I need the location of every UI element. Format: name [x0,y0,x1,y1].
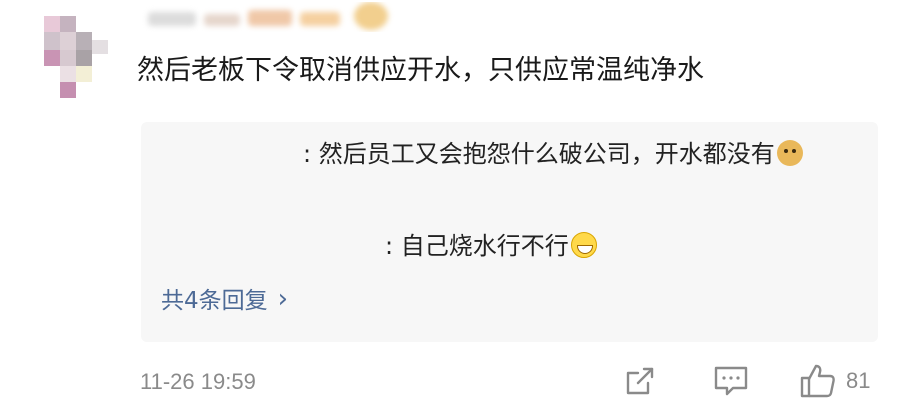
thumb-up-icon [798,362,838,400]
replies-box: : 然后员工又会抱怨什么破公司，开水都没有 : 自己烧水行不行 共4条回复 › [141,122,878,342]
share-button[interactable] [622,360,658,402]
like-count: 81 [846,368,871,393]
comment-username[interactable] [140,2,400,32]
comment-text: 然后老板下令取消供应开水，只供应常温纯净水 [137,55,704,86]
comment-timestamp: 11-26 19:59 [140,369,256,394]
reply-text: : 自己烧水行不行 [385,232,569,260]
more-replies-link[interactable]: 共4条回复 › [161,280,288,321]
reply-username[interactable] [161,224,385,268]
more-replies-label: 共4条回复 [161,288,268,314]
share-icon [622,363,658,399]
doge-icon [776,140,803,166]
comment-icon [712,363,750,399]
comment-button[interactable] [712,360,750,402]
chevron-right-icon: › [277,284,289,314]
reply-item: : 自己烧水行不行 [161,224,597,268]
avatar[interactable] [44,16,108,98]
reply-item: : 然后员工又会抱怨什么破公司，开水都没有 [161,132,851,176]
grin-icon [570,232,597,258]
reply-username[interactable] [161,132,303,176]
like-button[interactable]: 81 [798,360,870,402]
reply-text: : 然后员工又会抱怨什么破公司，开水都没有 [303,140,775,168]
